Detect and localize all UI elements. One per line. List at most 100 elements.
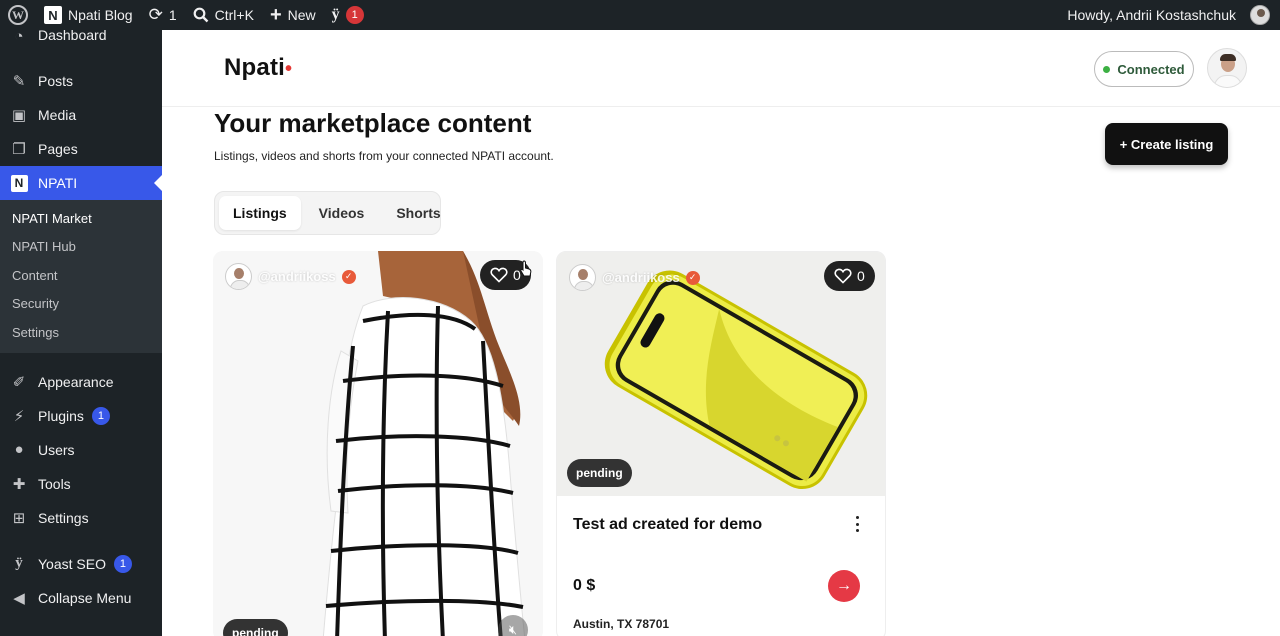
plus-icon: + <box>269 3 282 26</box>
brand-logo: Npati• <box>224 54 292 82</box>
listing-card[interactable]: @andriikoss ✓ 0 pending Test ad created … <box>556 251 886 636</box>
admin-sidebar: ◔ Dashboard ✎ Posts ▣ Media ❐ Pages N NP… <box>0 27 162 636</box>
sidebar-item-users[interactable]: ● Users <box>0 433 162 467</box>
tab-videos[interactable]: Videos <box>305 196 379 230</box>
page-title: Your marketplace content <box>214 108 532 138</box>
hand-cursor-icon <box>520 260 532 277</box>
speaker-muted-icon: 🔇︎ <box>508 622 518 636</box>
plugin-header: Npati• Connected <box>162 30 1280 107</box>
sidebar-item-label: Plugins <box>38 407 84 424</box>
submenu-security[interactable]: Security <box>0 290 162 319</box>
updates-count: 1 <box>168 7 177 23</box>
sidebar-item-npati[interactable]: N NPATI <box>0 166 162 200</box>
collapse-icon: ◀ <box>13 589 25 607</box>
arrow-right-icon: → <box>836 577 852 594</box>
pages-icon: ❐ <box>12 141 26 158</box>
sidebar-item-plugins[interactable]: ⚡ Plugins 1 <box>0 399 162 433</box>
content-tabs: Listings Videos Shorts <box>214 191 441 235</box>
listing-card[interactable]: @andriikoss ✓ 0 pending 🔇︎ <box>213 251 543 636</box>
status-badge: pending <box>223 619 288 636</box>
brush-icon: ✐ <box>12 373 26 391</box>
sidebar-item-label: Posts <box>38 73 74 89</box>
avatar <box>569 264 596 291</box>
site-name-menu[interactable]: N Npati Blog <box>36 0 141 30</box>
open-listing-button[interactable]: → <box>828 570 860 602</box>
sidebar-item-label: Collapse Menu <box>38 589 132 606</box>
create-listing-button[interactable]: + Create listing <box>1105 123 1228 165</box>
updates-menu[interactable]: ⟳ 1 <box>141 0 185 30</box>
like-button[interactable]: 0 <box>824 261 875 291</box>
wrench-icon: ✚ <box>12 475 26 493</box>
listing-price: 0 $ <box>573 577 596 594</box>
search-icon <box>193 7 208 23</box>
connection-status-label: Connected <box>1117 61 1185 77</box>
sidebar-item-label: Appearance <box>38 373 114 390</box>
sidebar-item-tools[interactable]: ✚ Tools <box>0 467 162 501</box>
listing-image-woman-outfit <box>213 251 543 636</box>
avatar <box>1250 5 1270 25</box>
wordpress-icon: W <box>8 5 28 25</box>
card-username: @andriikoss <box>602 270 680 285</box>
tab-listings[interactable]: Listings <box>219 196 301 230</box>
sidebar-collapse-menu[interactable]: ◀ Collapse Menu <box>0 581 162 615</box>
submenu-settings[interactable]: Settings <box>0 318 162 347</box>
sidebar-item-label: Tools <box>38 475 71 492</box>
sidebar-item-yoast-seo[interactable]: ÿ Yoast SEO 1 <box>0 547 162 581</box>
like-count: 0 <box>857 268 865 284</box>
listing-location: Austin, TX 78701 <box>573 617 670 631</box>
avatar <box>225 263 252 290</box>
sidebar-item-dashboard[interactable]: ◔ Dashboard <box>0 27 162 49</box>
brand-dot: • <box>285 58 293 80</box>
submenu-content[interactable]: Content <box>0 261 162 290</box>
sidebar-item-media[interactable]: ▣ Media <box>0 98 162 132</box>
user-icon: ● <box>14 441 24 458</box>
new-label: New <box>287 7 316 23</box>
card-user-chip[interactable]: @andriikoss ✓ <box>225 263 356 290</box>
site-name: Npati Blog <box>68 7 133 23</box>
main-content: Npati• Connected Your marketplace conten… <box>162 30 1280 636</box>
more-options-icon[interactable] <box>851 514 863 534</box>
dashboard-icon: ◔ <box>14 27 24 45</box>
settings-icon: ⊞ <box>12 509 26 527</box>
heart-icon <box>490 267 508 283</box>
listing-title[interactable]: Test ad created for demo <box>573 516 762 534</box>
brand-name: Npati <box>224 54 285 81</box>
sidebar-item-label: Pages <box>38 141 78 157</box>
sidebar-item-label: Settings <box>38 509 89 526</box>
submenu-npati-hub[interactable]: NPATI Hub <box>0 233 162 262</box>
wp-logo-menu[interactable]: W <box>0 0 36 30</box>
yoast-icon: ÿ <box>331 6 340 23</box>
sidebar-item-posts[interactable]: ✎ Posts <box>0 64 162 98</box>
profile-avatar[interactable] <box>1207 48 1247 88</box>
connection-status-button[interactable]: Connected <box>1094 51 1194 87</box>
submenu-npati-market[interactable]: NPATI Market <box>0 204 162 233</box>
yoast-icon: ÿ <box>15 555 23 571</box>
verified-check-icon: ✓ <box>341 269 356 284</box>
status-badge: pending <box>567 459 632 487</box>
sidebar-item-label: NPATI <box>38 175 78 191</box>
admin-bar: W N Npati Blog ⟳ 1 Ctrl+K + New ÿ 1 Howd… <box>0 0 1280 30</box>
media-icon: ▣ <box>11 107 27 124</box>
card-user-chip[interactable]: @andriikoss ✓ <box>569 264 700 291</box>
command-palette[interactable]: Ctrl+K <box>185 0 262 30</box>
sidebar-item-pages[interactable]: ❐ Pages <box>0 132 162 166</box>
sidebar-item-label: Yoast SEO <box>38 555 106 572</box>
npati-icon: N <box>10 174 28 192</box>
new-content-menu[interactable]: + New <box>262 0 324 30</box>
card-username: @andriikoss <box>258 269 336 284</box>
yoast-notification-badge: 1 <box>345 6 364 24</box>
status-dot-icon <box>1103 65 1111 73</box>
howdy-text: Howdy, Andrii Kostashchuk <box>1067 7 1236 23</box>
yoast-admin-menu[interactable]: ÿ 1 <box>324 0 372 30</box>
plugins-update-badge: 1 <box>91 406 110 425</box>
yoast-badge: 1 <box>113 554 132 573</box>
plugin-icon: ⚡ <box>13 407 25 425</box>
sidebar-item-label: Media <box>38 107 77 123</box>
my-account-menu[interactable]: Howdy, Andrii Kostashchuk <box>1059 0 1280 30</box>
sidebar-item-settings[interactable]: ⊞ Settings <box>0 501 162 535</box>
npati-logo-icon: N <box>44 6 62 24</box>
sidebar-item-label: Dashboard <box>38 27 107 43</box>
sidebar-item-appearance[interactable]: ✐ Appearance <box>0 365 162 399</box>
tab-shorts[interactable]: Shorts <box>382 196 454 230</box>
verified-check-icon: ✓ <box>685 270 700 285</box>
